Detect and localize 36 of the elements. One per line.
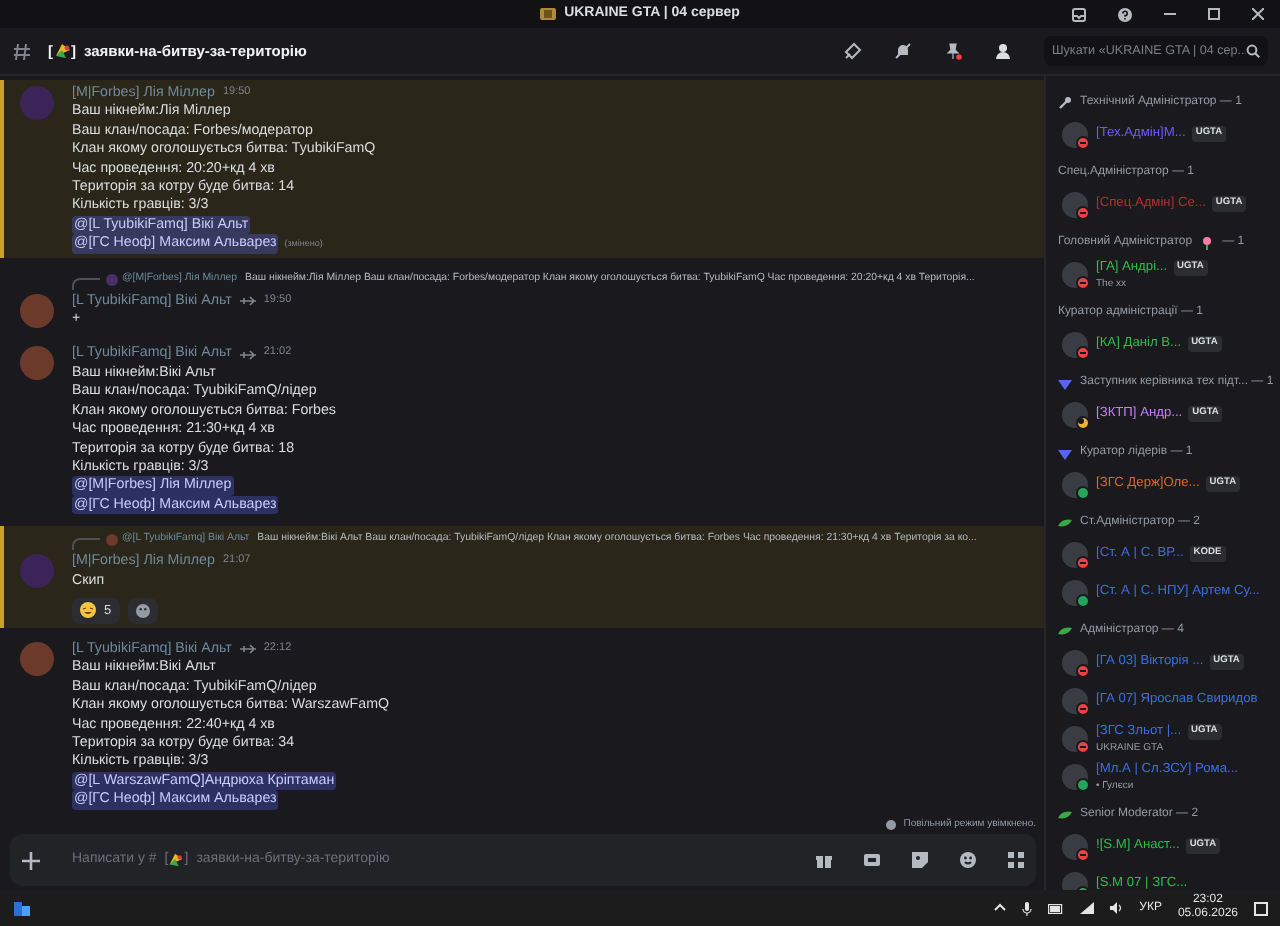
- wrench-icon: [1058, 96, 1072, 110]
- emoji-icon: [135, 603, 150, 618]
- leaf-icon: [1058, 518, 1072, 528]
- gem-icon: [1058, 377, 1072, 389]
- help-icon[interactable]: [1118, 7, 1132, 21]
- maximize-icon[interactable]: [1208, 8, 1220, 20]
- battery-icon[interactable]: [1047, 903, 1064, 913]
- reply-avatar: [106, 534, 118, 547]
- channel-hash-icon: [12, 41, 32, 61]
- search-icon: [1246, 44, 1260, 58]
- sticker-icon[interactable]: [912, 852, 928, 868]
- laughing-emoji-icon: [80, 602, 96, 619]
- gem-icon: [1058, 447, 1072, 459]
- inbox-icon[interactable]: [1072, 7, 1086, 21]
- channel-emblem-icon: [53, 42, 71, 60]
- emoji-icon[interactable]: [960, 852, 976, 868]
- bell-muted-icon[interactable]: [894, 42, 912, 60]
- reply-connector: [72, 538, 100, 551]
- flower-icon: [1200, 236, 1215, 250]
- apps-icon[interactable]: [1008, 852, 1024, 868]
- pin-icon[interactable]: [944, 42, 962, 60]
- channel-emblem-icon: [168, 852, 185, 868]
- close-icon[interactable]: [1252, 8, 1264, 20]
- speaker-icon[interactable]: [1109, 902, 1124, 914]
- reply-connector: [72, 277, 100, 290]
- plus-icon[interactable]: [22, 851, 40, 869]
- app-icon[interactable]: [12, 898, 32, 918]
- notification-icon[interactable]: [1254, 901, 1268, 915]
- add-reaction-button[interactable]: [127, 597, 158, 624]
- chevron-up-icon[interactable]: [993, 902, 1006, 914]
- leaf-icon: [1058, 810, 1072, 820]
- leaf-icon: [1058, 626, 1072, 636]
- reply-avatar: [106, 273, 118, 286]
- microphone-icon[interactable]: [1021, 901, 1032, 915]
- members-icon[interactable]: [994, 42, 1012, 60]
- minimize-icon[interactable]: [1164, 8, 1176, 20]
